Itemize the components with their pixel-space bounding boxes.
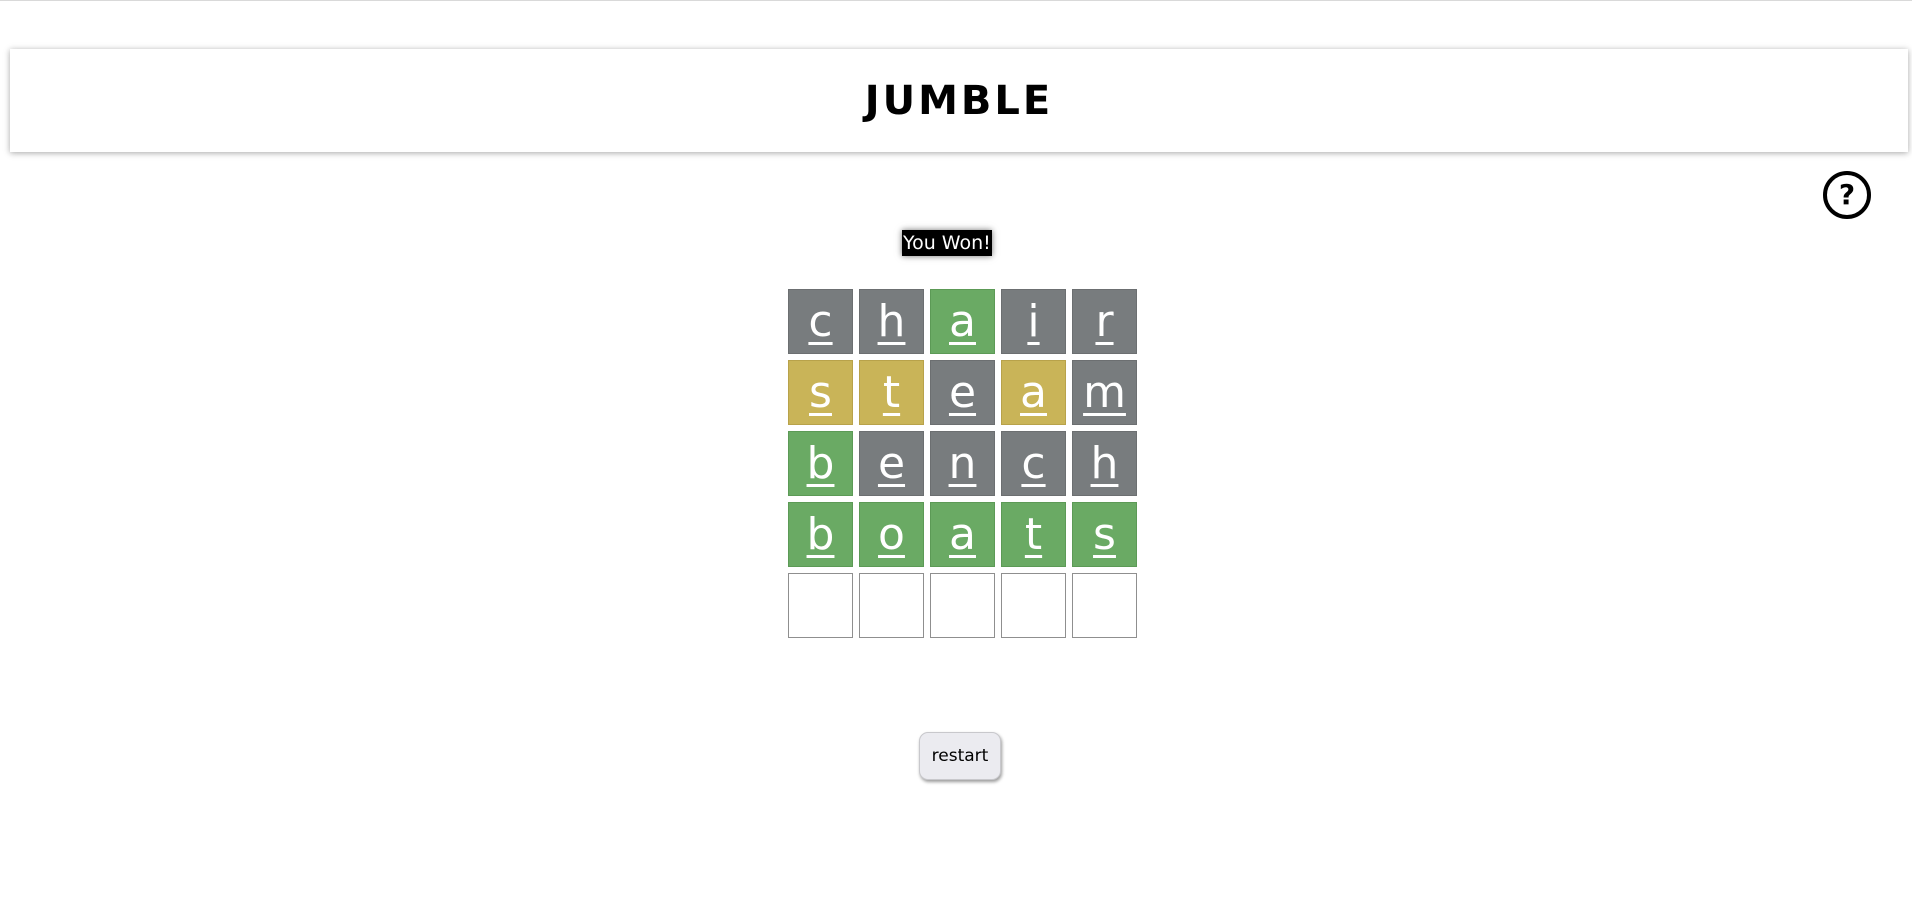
letter-tile: t (1001, 502, 1066, 567)
letter-tile: a (930, 502, 995, 567)
letter-tile: o (859, 502, 924, 567)
help-button[interactable]: ? (1823, 171, 1871, 219)
app-header: JUMBLE (10, 49, 1908, 152)
letter-tile: h (1072, 431, 1137, 496)
letter-tile (788, 573, 853, 638)
letter-tile: c (788, 289, 853, 354)
letter-tile: b (788, 502, 853, 567)
letter-tile: e (859, 431, 924, 496)
game-board: chairsteambenchboats (788, 289, 1138, 639)
letter-tile: a (930, 289, 995, 354)
letter-tile: r (1072, 289, 1137, 354)
status-message: You Won! (902, 230, 992, 256)
letter-tile: s (788, 360, 853, 425)
top-divider (0, 0, 1912, 1)
letter-tile (1001, 573, 1066, 638)
letter-tile: h (859, 289, 924, 354)
letter-tile (930, 573, 995, 638)
letter-tile: t (859, 360, 924, 425)
letter-tile (1072, 573, 1137, 638)
letter-tile (859, 573, 924, 638)
letter-tile: e (930, 360, 995, 425)
question-circle-icon: ? (1838, 178, 1856, 211)
letter-tile: b (788, 431, 853, 496)
letter-tile: n (930, 431, 995, 496)
letter-tile: i (1001, 289, 1066, 354)
page-title: JUMBLE (864, 77, 1054, 124)
restart-button[interactable]: restart (919, 732, 1001, 780)
letter-tile: m (1072, 360, 1137, 425)
letter-tile: c (1001, 431, 1066, 496)
letter-tile: a (1001, 360, 1066, 425)
letter-tile: s (1072, 502, 1137, 567)
